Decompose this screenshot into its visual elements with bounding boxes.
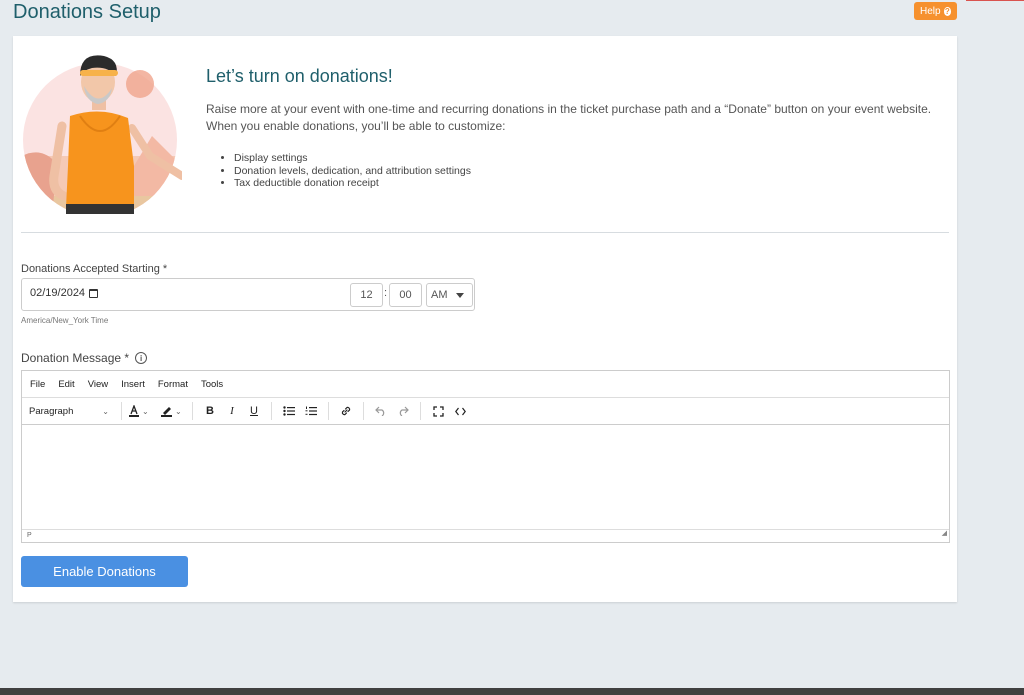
hero-description: Raise more at your event with one-time a…: [206, 102, 932, 133]
time-separator: :: [384, 287, 388, 299]
text-color-button[interactable]: ⌄: [128, 401, 154, 421]
help-button[interactable]: Help ?: [914, 2, 957, 20]
toolbar-separator: [121, 402, 122, 420]
donations-card: Let’s turn on donations! Raise more at y…: [13, 36, 957, 602]
date-input[interactable]: 02/19/2024: [30, 287, 99, 299]
toolbar-separator: [328, 402, 329, 420]
ampm-value: AM: [431, 289, 448, 301]
italic-button[interactable]: I: [221, 401, 243, 421]
highlight-color-button[interactable]: ⌄: [160, 401, 186, 421]
toolbar-separator: [363, 402, 364, 420]
runner-illustration: [23, 55, 182, 214]
hour-input[interactable]: 12: [350, 283, 383, 307]
redo-button[interactable]: [392, 401, 414, 421]
editor-content-area[interactable]: [22, 425, 949, 531]
question-icon: ?: [943, 6, 951, 16]
link-button[interactable]: [335, 401, 357, 421]
donation-message-label: Donation Message * i: [21, 351, 148, 365]
enable-donations-button[interactable]: Enable Donations: [21, 556, 188, 587]
toolbar-separator: [271, 402, 272, 420]
editor-statusbar: P ◢: [22, 529, 949, 542]
undo-button[interactable]: [370, 401, 392, 421]
element-path[interactable]: P: [27, 532, 32, 539]
menu-edit[interactable]: Edit: [58, 379, 74, 390]
numbered-list-icon: [305, 406, 317, 416]
feature-list: Display settings Donation levels, dedica…: [218, 152, 471, 190]
info-icon[interactable]: i: [135, 352, 148, 364]
bold-icon: B: [206, 405, 214, 417]
numbered-list-button[interactable]: [300, 401, 322, 421]
minute-input[interactable]: 00: [389, 283, 422, 307]
page-title: Donations Setup: [13, 1, 161, 23]
toolbar-separator: [420, 402, 421, 420]
menu-tools[interactable]: Tools: [201, 379, 223, 390]
underline-icon: U: [250, 405, 258, 417]
chevron-down-icon: ⌄: [142, 406, 149, 416]
block-format-value: Paragraph: [29, 405, 74, 417]
menu-format[interactable]: Format: [158, 379, 188, 390]
editor-menubar: File Edit View Insert Format Tools: [22, 371, 949, 398]
calendar-icon[interactable]: [89, 288, 99, 298]
underline-button[interactable]: U: [243, 401, 265, 421]
chevron-down-icon: ⌄: [102, 406, 109, 416]
menu-file[interactable]: File: [30, 379, 45, 390]
toolbar-separator: [192, 402, 193, 420]
redo-icon: [399, 406, 409, 416]
top-accent-line: [966, 0, 1024, 1]
menu-insert[interactable]: Insert: [121, 379, 145, 390]
fullscreen-icon: [432, 405, 444, 417]
editor-toolbar: Paragraph ⌄ ⌄ ⌄ B I U: [22, 398, 949, 425]
section-divider: [21, 232, 949, 233]
link-icon: [341, 406, 351, 416]
highlighter-icon: [161, 407, 172, 417]
rich-text-editor: File Edit View Insert Format Tools Parag…: [21, 370, 950, 543]
donation-message-label-text: Donation Message *: [21, 351, 130, 365]
block-format-select[interactable]: Paragraph ⌄: [29, 406, 115, 417]
feature-item: Display settings: [234, 152, 471, 165]
source-code-button[interactable]: [449, 401, 471, 421]
italic-icon: I: [230, 405, 234, 417]
chevron-down-icon: ⌄: [175, 406, 182, 416]
timezone-note: America/New_York Time: [21, 316, 109, 325]
bottom-bar: [0, 688, 1024, 695]
caret-down-icon: [456, 292, 464, 298]
date-value: 02/19/2024: [30, 287, 86, 299]
bold-button[interactable]: B: [199, 401, 221, 421]
bullet-list-button[interactable]: [278, 401, 300, 421]
feature-item: Tax deductible donation receipt: [234, 177, 471, 190]
hero-title: Let’s turn on donations!: [206, 66, 393, 86]
menu-view[interactable]: View: [88, 379, 108, 390]
bullet-list-icon: [283, 406, 295, 416]
feature-item: Donation levels, dedication, and attribu…: [234, 165, 471, 178]
code-icon: [454, 407, 466, 415]
help-label: Help: [920, 5, 941, 17]
ampm-select[interactable]: AM: [426, 283, 473, 307]
resize-handle-icon[interactable]: ◢: [942, 528, 947, 540]
donations-start-label: Donations Accepted Starting *: [21, 263, 168, 275]
fullscreen-button[interactable]: [427, 401, 449, 421]
text-color-icon: [129, 405, 139, 417]
datetime-group: 02/19/2024 12 : 00 AM: [21, 278, 475, 311]
undo-icon: [375, 406, 385, 416]
